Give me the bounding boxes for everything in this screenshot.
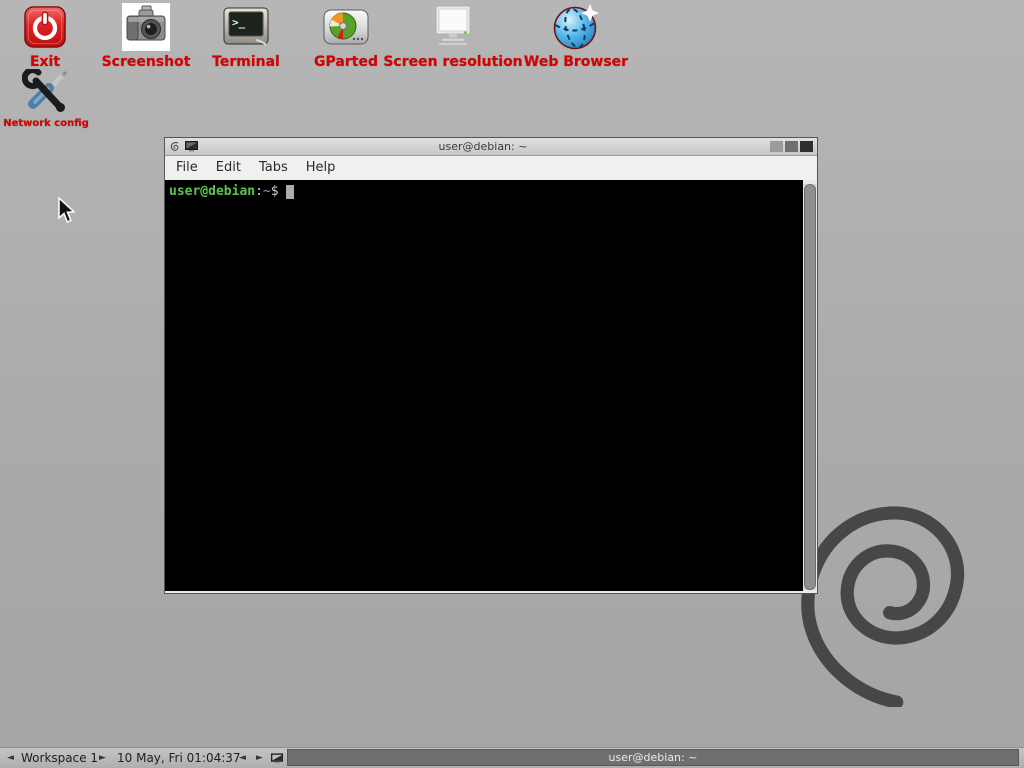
desktop: Exit Screenshot: [0, 0, 1024, 768]
workspace-next-button[interactable]: ►: [99, 748, 106, 768]
prompt-user-host: user@debian: [169, 184, 255, 199]
terminal-icon-box: >_: [223, 2, 269, 52]
task-scroll-next-button[interactable]: ►: [256, 748, 263, 768]
debian-swirl-icon: [169, 141, 181, 153]
window-titlebar[interactable]: user@debian: ~: [165, 138, 817, 156]
taskbar: ◄ Workspace 1 ► 10 May, Fri 01:04:37 ◄ ►…: [0, 747, 1024, 768]
gparted-icon-box: [323, 2, 369, 52]
close-button[interactable]: [800, 141, 813, 152]
terminal-cursor: [286, 185, 294, 199]
maximize-button[interactable]: [785, 141, 798, 152]
desktop-icon-terminal[interactable]: >_ Terminal: [191, 2, 301, 69]
tools-icon: [22, 69, 70, 115]
screen-resolution-icon-box: [429, 2, 477, 52]
window-terminal-icon: [185, 141, 198, 152]
debian-swirl-watermark: [792, 502, 970, 707]
web-browser-icon-box: [552, 2, 600, 52]
exit-icon-box: [24, 2, 66, 52]
workspace-prev-button[interactable]: ◄: [7, 748, 14, 768]
icon-label-terminal: Terminal: [212, 55, 280, 69]
desktop-icon-web-browser[interactable]: Web Browser: [516, 2, 636, 69]
disk-partition-icon: [323, 7, 369, 47]
terminal-screen[interactable]: user@debian:~$: [165, 180, 803, 591]
power-exit-icon: [24, 6, 66, 48]
task-monitor-icon: [271, 753, 283, 764]
prompt-symbol: $: [271, 184, 279, 199]
icon-label-gparted: GParted: [314, 55, 378, 69]
window-menubar: File Edit Tabs Help: [165, 156, 817, 180]
titlebar-icons: [169, 141, 198, 153]
menu-edit[interactable]: Edit: [207, 156, 250, 180]
desktop-icon-exit[interactable]: Exit: [0, 2, 90, 69]
icon-label-network-config: Network config: [3, 119, 89, 129]
screenshot-icon-box: [122, 2, 170, 52]
menu-file[interactable]: File: [167, 156, 207, 180]
terminal-scrollbar[interactable]: [804, 184, 816, 590]
desktop-icon-network-config[interactable]: Network config: [0, 68, 92, 129]
icon-label-exit: Exit: [30, 55, 60, 69]
desktop-icon-screen-resolution[interactable]: Screen resolution: [383, 2, 523, 69]
monitor-icon: [429, 5, 477, 49]
shell-prompt: user@debian:~$: [169, 184, 803, 200]
task-scroll-prev-button[interactable]: ◄: [239, 748, 246, 768]
task-title: user@debian: ~: [609, 751, 698, 764]
workspace-label[interactable]: Workspace 1: [21, 748, 98, 768]
window-title: user@debian: ~: [198, 141, 768, 152]
icon-label-web-browser: Web Browser: [524, 55, 628, 69]
menu-tabs[interactable]: Tabs: [250, 156, 297, 180]
icon-label-screen-resolution: Screen resolution: [383, 55, 522, 69]
globe-browser-icon: [552, 3, 600, 51]
icon-label-screenshot: Screenshot: [102, 55, 191, 69]
prompt-path: ~: [263, 184, 271, 199]
terminal-window: user@debian: ~ File Edit Tabs Help user@…: [164, 137, 818, 594]
crt-terminal-icon: >_: [223, 7, 269, 47]
minimize-button[interactable]: [770, 141, 783, 152]
clock[interactable]: 10 May, Fri 01:04:37: [117, 748, 241, 768]
scrollbar-thumb[interactable]: [804, 184, 816, 590]
mouse-cursor: [57, 197, 77, 225]
prompt-separator: :: [255, 184, 263, 199]
taskbar-task-terminal[interactable]: user@debian: ~: [287, 749, 1019, 766]
camera-icon: [122, 3, 170, 51]
svg-text:>_: >_: [232, 16, 246, 29]
menu-help[interactable]: Help: [297, 156, 345, 180]
desktop-icon-screenshot[interactable]: Screenshot: [91, 2, 201, 69]
network-config-icon-box: [22, 68, 70, 116]
task-window-icon: [271, 748, 283, 768]
terminal-content-area: user@debian:~$: [165, 180, 817, 593]
